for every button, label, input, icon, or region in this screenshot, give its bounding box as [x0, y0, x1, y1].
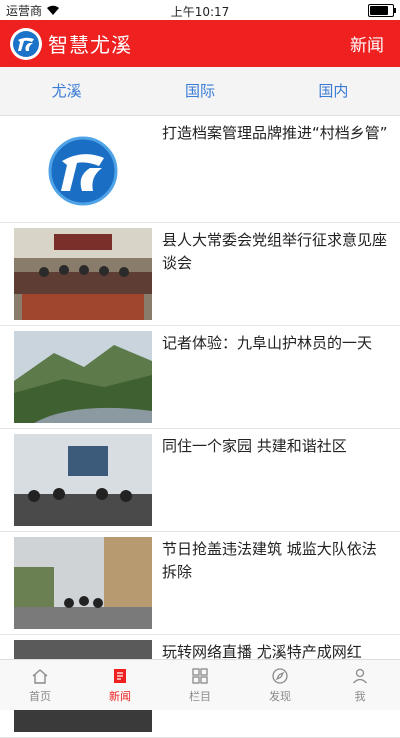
- section-title: 新闻: [350, 36, 384, 56]
- news-item[interactable]: 同住一个家园 共建和谐社区: [0, 429, 400, 532]
- brand: 智慧尤溪: [0, 27, 132, 60]
- news-thumbnail-meeting: [14, 228, 152, 320]
- app-logo: [10, 27, 42, 60]
- tabbar-home[interactable]: 首页: [0, 660, 80, 710]
- news-item[interactable]: 打造档案管理品牌推进“村档乡管”: [0, 116, 400, 223]
- news-thumbnail-community: [14, 434, 152, 526]
- tabbar-discover[interactable]: 发现: [240, 660, 320, 710]
- tab-youxi[interactable]: 尤溪: [0, 67, 133, 115]
- tabbar-columns[interactable]: 栏目: [160, 660, 240, 710]
- news-list: 打造档案管理品牌推进“村档乡管” 县人大常委会党组举行征求意见座谈会 记者体验：…: [0, 116, 400, 738]
- news-icon: [114, 668, 126, 683]
- tab-domestic[interactable]: 国内: [267, 67, 400, 115]
- news-title: 节日抢盖违法建筑 城监大队依法拆除: [162, 540, 377, 581]
- news-item[interactable]: 县人大常委会党组举行征求意见座谈会: [0, 223, 400, 326]
- news-title: 同住一个家园 共建和谐社区: [162, 437, 347, 455]
- news-title: 记者体验：九阜山护林员的一天: [162, 334, 373, 352]
- news-item[interactable]: 节日抢盖违法建筑 城监大队依法拆除: [0, 532, 400, 635]
- news-item[interactable]: 记者体验：九阜山护林员的一天: [0, 326, 400, 429]
- news-thumbnail-forest: [14, 331, 152, 423]
- grid-icon: [192, 667, 208, 684]
- bottom-tab-bar: 首页 新闻 栏目 发现 我: [0, 659, 400, 710]
- clock: 上午10:17: [170, 5, 230, 19]
- compass-icon: [272, 667, 288, 684]
- app-title: 智慧尤溪: [48, 33, 132, 57]
- news-title: 打造档案管理品牌推进“村档乡管”: [162, 124, 388, 142]
- person-icon: [353, 668, 367, 683]
- home-icon: [32, 668, 48, 684]
- battery-icon: [368, 3, 396, 17]
- news-thumbnail-logo: [14, 121, 152, 213]
- tabbar-news[interactable]: 新闻: [80, 660, 160, 710]
- news-thumbnail-construction: [14, 537, 152, 629]
- news-title: 县人大常委会党组举行征求意见座谈会: [162, 231, 388, 272]
- status-bar: 运营商 上午10:17: [0, 0, 400, 20]
- category-tabs: 尤溪 国际 国内: [0, 67, 400, 116]
- tab-international[interactable]: 国际: [133, 67, 266, 115]
- tabbar-me[interactable]: 我: [320, 660, 400, 710]
- app-header: 智慧尤溪 新闻: [0, 20, 400, 67]
